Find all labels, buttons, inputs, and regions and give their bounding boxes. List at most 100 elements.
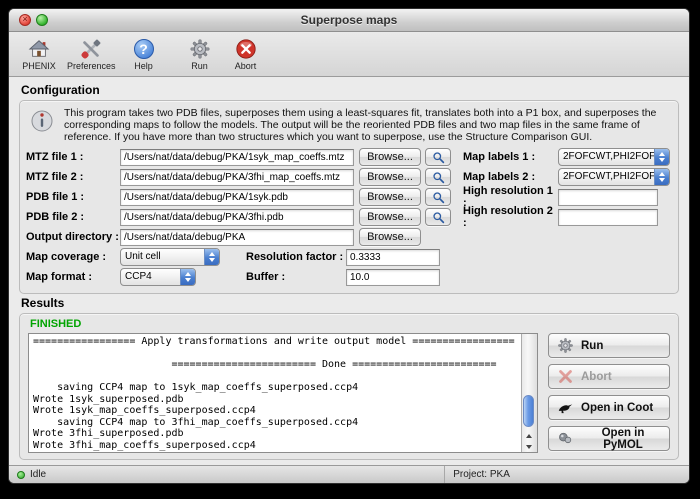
magnifier-icon [432,211,445,224]
status-badge: FINISHED [30,318,668,330]
mtz-file-2-input[interactable] [120,169,354,186]
results-panel: FINISHED ================= Apply transfo… [19,313,679,460]
map-format-select[interactable]: CCP4 [120,268,196,286]
output-directory-browse-button[interactable]: Browse... [359,228,421,246]
mtz-file-1-row: MTZ file 1 : Browse... Map labels 1 : 2F… [26,147,672,167]
map-labels-2-value: 2FOFCWT,PHI2FOF... [559,169,654,185]
program-description: This program takes two PDB files, superp… [26,106,672,147]
pdb-file-1-browse-button[interactable]: Browse... [359,188,421,206]
map-labels-2-select[interactable]: 2FOFCWT,PHI2FOF... [558,168,670,186]
toolbar-abort-button[interactable]: Abort [228,38,264,71]
help-icon: ? [133,38,155,60]
pdb-file-2-input[interactable] [120,209,354,226]
magnifier-icon [432,191,445,204]
map-labels-1-value: 2FOFCWT,PHI2FOF... [559,149,654,165]
resolution-factor-input[interactable] [346,249,440,266]
toolbar-label: Run [191,61,208,71]
info-icon [30,107,54,138]
toolbar-help-button[interactable]: ? Help [126,38,162,71]
mtz-file-1-browse-button[interactable]: Browse... [359,148,421,166]
window-title: Superpose maps [301,13,398,27]
superpose-maps-window: Superpose maps PHENIX Preferences ? Help… [8,8,690,484]
coot-bird-icon [557,399,574,416]
results-heading: Results [21,296,677,310]
scrollbar-thumb[interactable] [523,395,534,427]
toolbar-label: Preferences [67,61,116,71]
scroll-up-button[interactable] [522,430,536,441]
mtz-file-1-input[interactable] [120,149,354,166]
toolbar-phenix-button[interactable]: PHENIX [21,38,57,71]
output-console[interactable]: ================= Apply transformations … [29,334,521,452]
pdb-file-1-label: PDB file 1 : [26,191,120,203]
map-coverage-value: Unit cell [121,249,204,265]
gear-icon [189,38,211,60]
map-format-label: Map format : [26,271,120,283]
main-content: Configuration This program takes two PDB… [9,77,689,465]
mtz-file-2-row: MTZ file 2 : Browse... Map labels 2 : 2F… [26,167,672,187]
pdb-file-1-preview-button[interactable] [425,188,451,206]
statusbar: Idle Project: PKA [9,465,689,483]
abort-icon [235,38,257,60]
updown-arrows-icon [180,269,195,285]
toolbar-run-button[interactable]: Run [182,38,218,71]
toolbar-label: Abort [235,61,257,71]
status-indicator-icon [17,471,25,479]
action-buttons: Run Abort Open in Coot [548,333,670,453]
buffer-label: Buffer : [246,271,346,283]
close-button[interactable] [19,14,31,26]
output-directory-row: Output directory : Browse... [26,227,672,247]
pdb-file-2-preview-button[interactable] [425,208,451,226]
traffic-lights [19,14,48,26]
configuration-panel: This program takes two PDB files, superp… [19,100,679,294]
abort-button[interactable]: Abort [548,364,670,389]
map-coverage-row: Map coverage : Unit cell Resolution fact… [26,247,672,267]
map-labels-1-select[interactable]: 2FOFCWT,PHI2FOF... [558,148,670,166]
description-text: This program takes two PDB files, superp… [64,107,664,143]
pdb-file-1-input[interactable] [120,189,354,206]
magnifier-icon [432,151,445,164]
output-directory-label: Output directory : [26,231,120,243]
toolbar-label: PHENIX [22,61,56,71]
zoom-button[interactable] [36,14,48,26]
home-icon [28,38,50,60]
mtz-file-1-preview-button[interactable] [425,148,451,166]
gear-icon [557,337,574,354]
pymol-icon [557,430,574,447]
updown-arrows-icon [204,249,219,265]
output-directory-input[interactable] [120,229,354,246]
map-format-row: Map format : CCP4 Buffer : [26,267,672,287]
run-button[interactable]: Run [548,333,670,358]
map-coverage-select[interactable]: Unit cell [120,248,220,266]
high-resolution-2-label: High resolution 2 : [463,205,558,229]
toolbar-preferences-button[interactable]: Preferences [67,38,116,71]
abort-x-icon [557,368,574,385]
map-coverage-label: Map coverage : [26,251,120,263]
output-console-frame: ================= Apply transformations … [28,333,538,453]
open-in-pymol-button[interactable]: Open in PyMOL [548,426,670,451]
open-in-coot-button[interactable]: Open in Coot [548,395,670,420]
buffer-input[interactable] [346,269,440,286]
tools-icon [80,38,102,60]
map-format-value: CCP4 [121,269,180,285]
mtz-file-2-label: MTZ file 2 : [26,171,120,183]
pdb-file-1-row: PDB file 1 : Browse... High resolution 1… [26,187,672,207]
magnifier-icon [432,171,445,184]
high-resolution-2-input[interactable] [558,209,658,226]
mtz-file-1-label: MTZ file 1 : [26,151,120,163]
mtz-file-2-preview-button[interactable] [425,168,451,186]
map-labels-1-label: Map labels 1 : [463,151,558,163]
configuration-heading: Configuration [21,83,677,97]
mtz-file-2-browse-button[interactable]: Browse... [359,168,421,186]
abort-button-label: Abort [581,371,612,383]
scroll-down-button[interactable] [522,441,536,452]
console-scrollbar[interactable] [521,334,537,452]
open-in-coot-label: Open in Coot [581,402,653,414]
resolution-factor-label: Resolution factor : [246,251,346,263]
high-resolution-1-input[interactable] [558,189,658,206]
titlebar[interactable]: Superpose maps [9,9,689,32]
open-in-pymol-label: Open in PyMOL [581,427,665,451]
pdb-file-2-browse-button[interactable]: Browse... [359,208,421,226]
map-labels-2-label: Map labels 2 : [463,171,558,183]
updown-arrows-icon [654,149,669,165]
toolbar-label: Help [134,61,153,71]
